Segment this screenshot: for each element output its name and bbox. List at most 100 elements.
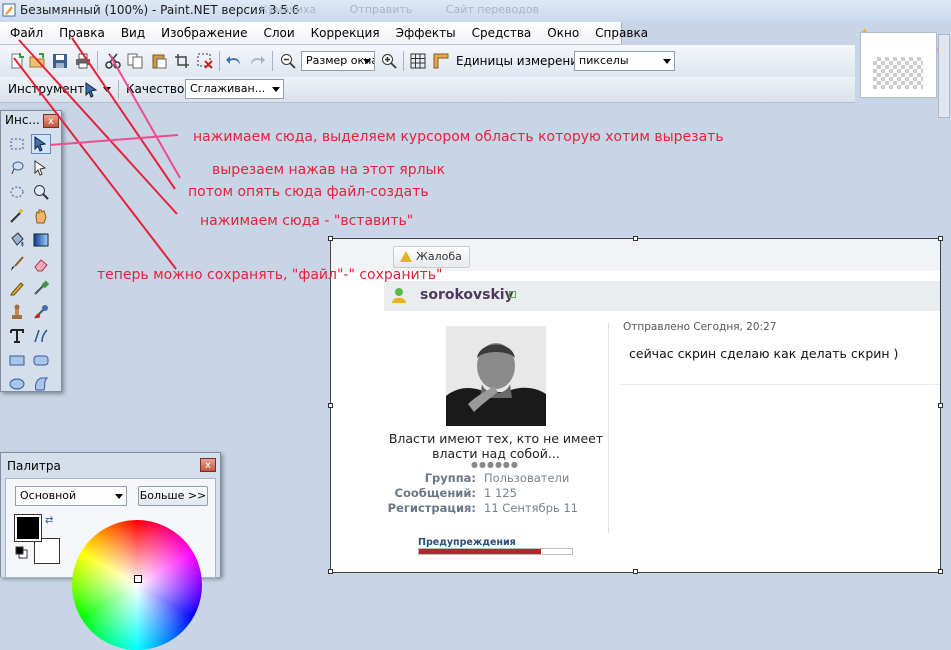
palette-mode-value: Основной bbox=[20, 489, 77, 502]
ghost-tab: Сайт переводов bbox=[445, 3, 539, 16]
menu-layers[interactable]: Слои bbox=[255, 26, 302, 40]
registration-label: Регистрация: bbox=[387, 501, 476, 515]
rulers-icon[interactable] bbox=[432, 52, 450, 70]
complain-button[interactable]: Жалоба bbox=[393, 246, 470, 268]
primary-color-swatch[interactable] bbox=[14, 514, 42, 542]
menu-adjustments[interactable]: Коррекция bbox=[303, 26, 388, 40]
paintnet-app-icon bbox=[2, 3, 16, 17]
color-picker-icon[interactable] bbox=[31, 278, 51, 298]
reset-colors-icon[interactable] bbox=[15, 546, 29, 560]
menu-window[interactable]: Окно bbox=[539, 26, 587, 40]
menu-effects[interactable]: Эффекты bbox=[388, 26, 464, 40]
current-tool-move-icon[interactable] bbox=[83, 81, 101, 99]
rounded-rectangle-icon[interactable] bbox=[31, 350, 51, 370]
user-avatar bbox=[446, 326, 546, 426]
menu-help[interactable]: Справка bbox=[587, 26, 656, 40]
rectangle-icon[interactable] bbox=[7, 350, 27, 370]
move-selection-icon[interactable] bbox=[31, 134, 51, 154]
tools-window-title: Инс... bbox=[5, 113, 40, 127]
thumbnail-scrollbar[interactable] bbox=[938, 34, 950, 118]
annotation-text: потом опять сюда файл-создать bbox=[188, 184, 429, 200]
color-wheel[interactable] bbox=[72, 520, 202, 650]
clone-stamp-icon[interactable] bbox=[7, 302, 27, 322]
resize-handle[interactable] bbox=[328, 403, 333, 408]
text-tool-icon[interactable] bbox=[7, 326, 27, 346]
recolor-icon[interactable] bbox=[31, 302, 51, 322]
rect-select-icon[interactable] bbox=[7, 134, 27, 154]
line-curve-icon[interactable] bbox=[31, 326, 51, 346]
eraser-icon[interactable] bbox=[31, 254, 51, 274]
toolbar-separator bbox=[97, 51, 98, 71]
resize-handle[interactable] bbox=[938, 403, 943, 408]
lasso-select-icon[interactable] bbox=[7, 158, 27, 178]
palette-window-title: Палитра bbox=[7, 459, 61, 473]
image-thumbnail[interactable] bbox=[860, 32, 937, 98]
units-select[interactable]: пикселы bbox=[574, 51, 675, 71]
deselect-icon[interactable] bbox=[196, 52, 214, 70]
paste-icon[interactable] bbox=[150, 52, 168, 70]
menu-edit[interactable]: Правка bbox=[51, 26, 113, 40]
menu-view[interactable]: Вид bbox=[113, 26, 153, 40]
registration-value: 11 Сентябрь 11 bbox=[484, 501, 578, 515]
palette-mode-select[interactable]: Основной bbox=[15, 486, 127, 506]
annotation-text: вырезаем нажав на этот ярлык bbox=[212, 162, 446, 178]
new-file-icon[interactable] bbox=[8, 52, 26, 70]
resize-handle[interactable] bbox=[633, 236, 638, 241]
save-icon[interactable] bbox=[51, 52, 69, 70]
resize-handle[interactable] bbox=[328, 236, 333, 241]
chevron-down-icon bbox=[363, 59, 371, 64]
resize-handle[interactable] bbox=[938, 236, 943, 241]
pan-hand-icon[interactable] bbox=[31, 206, 51, 226]
zoom-icon[interactable] bbox=[31, 182, 51, 202]
menu-file[interactable]: Файл bbox=[2, 26, 51, 40]
magic-wand-icon[interactable] bbox=[7, 206, 27, 226]
ellipse-select-icon[interactable] bbox=[7, 182, 27, 202]
grid-icon[interactable] bbox=[409, 52, 427, 70]
resize-handle[interactable] bbox=[938, 569, 943, 574]
paint-bucket-icon[interactable] bbox=[7, 230, 27, 250]
post-message: сейчас скрин сделаю как делать скрин ) bbox=[629, 346, 899, 361]
resize-handle[interactable] bbox=[328, 569, 333, 574]
paintbrush-icon[interactable] bbox=[7, 254, 27, 274]
tools-close-button[interactable]: x bbox=[43, 114, 59, 128]
redo-icon[interactable] bbox=[248, 52, 266, 70]
annotation-text: теперь можно сохранять, "файл"-" сохрани… bbox=[97, 267, 443, 283]
chevron-down-icon bbox=[272, 87, 280, 92]
resize-handle[interactable] bbox=[633, 569, 638, 574]
menu-image[interactable]: Изображение bbox=[153, 26, 255, 40]
toolbar-separator bbox=[272, 51, 273, 71]
ellipse-icon[interactable] bbox=[7, 374, 27, 394]
print-icon[interactable] bbox=[74, 52, 92, 70]
menu-utilities[interactable]: Средства bbox=[464, 26, 540, 40]
zoom-in-icon[interactable] bbox=[380, 52, 398, 70]
toolbar-separator bbox=[118, 80, 119, 99]
swap-colors-icon[interactable]: ⇄ bbox=[45, 515, 53, 526]
move-selected-icon[interactable] bbox=[31, 158, 51, 178]
units-select-value: пикселы bbox=[579, 54, 629, 67]
secondary-color-swatch[interactable] bbox=[34, 538, 60, 564]
undo-icon[interactable] bbox=[225, 52, 243, 70]
freeform-shape-icon[interactable] bbox=[31, 374, 51, 394]
tool-label: Инструмент: bbox=[8, 82, 89, 96]
zoom-out-icon[interactable] bbox=[279, 52, 297, 70]
crop-to-selection-icon[interactable] bbox=[173, 52, 191, 70]
quality-select[interactable]: Сглаживан... bbox=[185, 79, 284, 99]
tools-window: Инс... x bbox=[0, 110, 62, 392]
more-button[interactable]: Больше >> bbox=[138, 486, 208, 506]
cut-icon[interactable] bbox=[104, 52, 122, 70]
copy-icon[interactable] bbox=[126, 52, 144, 70]
image-canvas[interactable]: Жалоба sorokovskiy Отправлено Сегодня, 2… bbox=[328, 236, 943, 574]
pencil-icon[interactable] bbox=[7, 278, 27, 298]
open-file-icon[interactable] bbox=[28, 52, 46, 70]
zoom-select[interactable]: Размер окна bbox=[301, 51, 375, 71]
color-wheel-marker[interactable] bbox=[134, 575, 142, 583]
username[interactable]: sorokovskiy bbox=[420, 287, 514, 303]
chevron-down-icon[interactable] bbox=[103, 87, 111, 92]
annotation-text: нажимаем сюда, выделяем курсором область… bbox=[193, 129, 724, 145]
chevron-down-icon bbox=[663, 59, 671, 64]
warnings-bar bbox=[418, 548, 573, 555]
quality-select-value: Сглаживан... bbox=[190, 82, 266, 95]
gradient-icon[interactable] bbox=[31, 230, 51, 250]
palette-close-button[interactable]: x bbox=[200, 458, 216, 472]
warnings-label: Предупреждения bbox=[418, 537, 516, 548]
